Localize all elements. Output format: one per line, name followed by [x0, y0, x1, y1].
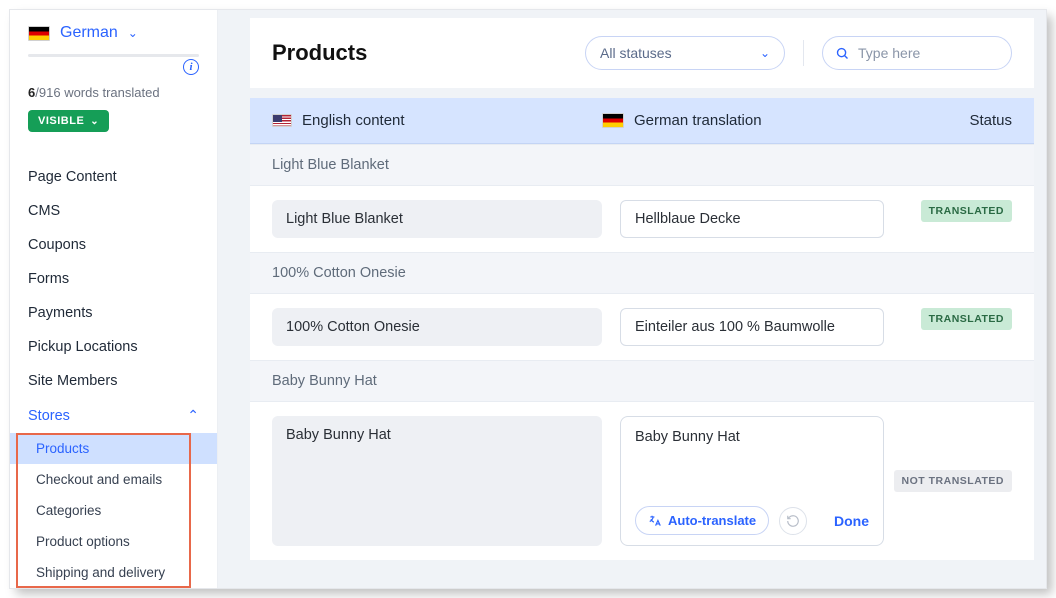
flag-us-icon	[272, 114, 292, 127]
source-text: Light Blue Blanket	[272, 200, 602, 238]
word-count: 6/916 words translated	[28, 85, 199, 100]
status-badge-translated: TRANSLATED	[921, 200, 1012, 222]
translate-icon	[648, 514, 662, 528]
header-controls: All statuses ⌄	[585, 36, 1012, 70]
chevron-down-icon: ⌄	[760, 46, 770, 60]
th-source: English content	[272, 112, 602, 129]
word-count-total: 916	[39, 85, 61, 100]
visibility-label: VISIBLE	[38, 115, 84, 127]
status-filter-label: All statuses	[600, 45, 672, 61]
app-shell: German ⌄ i 6/916 words translated VISIBL…	[10, 10, 1046, 588]
undo-button[interactable]	[779, 507, 807, 535]
undo-icon	[786, 514, 800, 528]
table-header: English content German translation Statu…	[250, 98, 1034, 144]
nav-item-forms[interactable]: Forms	[10, 262, 217, 296]
status-cell: NOT TRANSLATED	[902, 416, 1012, 546]
chevron-down-icon: ⌄	[128, 26, 138, 40]
group-header: Baby Bunny Hat	[250, 360, 1034, 402]
status-badge-translated: TRANSLATED	[921, 308, 1012, 330]
word-count-suffix: words translated	[64, 85, 159, 100]
translation-text[interactable]: Baby Bunny Hat	[635, 429, 869, 445]
translation-progress-bar	[28, 54, 199, 57]
subnav-item-product-options[interactable]: Product options	[10, 526, 217, 557]
auto-translate-label: Auto-translate	[668, 513, 756, 528]
nav-item-page-content[interactable]: Page Content	[10, 160, 217, 194]
info-row: i	[28, 59, 199, 75]
sidebar-nav: Page Content CMS Coupons Forms Payments …	[10, 160, 217, 433]
flag-de-icon	[602, 113, 624, 128]
subnav-item-checkout-emails[interactable]: Checkout and emails	[10, 464, 217, 495]
page-header: Products All statuses ⌄	[250, 18, 1034, 88]
th-target: German translation	[602, 112, 902, 129]
nav-item-payments[interactable]: Payments	[10, 296, 217, 330]
sidebar-subnav-stores: Products Checkout and emails Categories …	[10, 433, 217, 588]
translation-input[interactable]	[620, 308, 884, 346]
table-row: Light Blue Blanket TRANSLATED	[250, 186, 1034, 252]
main-panel: Products All statuses ⌄ English content	[218, 10, 1046, 588]
nav-item-cms[interactable]: CMS	[10, 194, 217, 228]
th-status: Status	[902, 112, 1012, 129]
translation-input[interactable]	[620, 200, 884, 238]
search-icon	[835, 46, 850, 61]
sidebar: German ⌄ i 6/916 words translated VISIBL…	[10, 10, 218, 588]
search-input[interactable]	[858, 45, 999, 61]
nav-item-pickup-locations[interactable]: Pickup Locations	[10, 330, 217, 364]
editor-actions-left: Auto-translate	[635, 506, 807, 535]
subnav-item-products[interactable]: Products	[10, 433, 217, 464]
done-button[interactable]: Done	[834, 513, 869, 529]
table-body: Light Blue Blanket Light Blue Blanket TR…	[250, 144, 1034, 560]
visibility-toggle[interactable]: VISIBLE ⌄	[28, 110, 109, 132]
language-name: German	[60, 24, 118, 42]
translation-editor[interactable]: Baby Bunny Hat Auto-translate Done	[620, 416, 884, 546]
nav-item-coupons[interactable]: Coupons	[10, 228, 217, 262]
language-selector[interactable]: German ⌄	[28, 24, 199, 42]
page-title: Products	[272, 40, 367, 66]
status-cell: TRANSLATED	[902, 308, 1012, 330]
status-badge-not-translated: NOT TRANSLATED	[894, 470, 1012, 492]
divider	[803, 40, 804, 66]
chevron-up-icon: ⌃	[187, 407, 199, 424]
source-text: Baby Bunny Hat	[272, 416, 602, 546]
word-count-current: 6	[28, 85, 35, 100]
editor-actions: Auto-translate Done	[635, 506, 869, 535]
info-icon[interactable]: i	[183, 59, 199, 75]
source-text: 100% Cotton Onesie	[272, 308, 602, 346]
group-header: 100% Cotton Onesie	[250, 252, 1034, 294]
subnav-item-categories[interactable]: Categories	[10, 495, 217, 526]
nav-item-site-members[interactable]: Site Members	[10, 364, 217, 398]
status-cell: TRANSLATED	[902, 200, 1012, 222]
table-row: 100% Cotton Onesie TRANSLATED	[250, 294, 1034, 360]
nav-section-stores[interactable]: Stores ⌃	[10, 398, 217, 433]
chevron-down-icon: ⌄	[90, 116, 99, 127]
group-header: Light Blue Blanket	[250, 144, 1034, 186]
table-row: Baby Bunny Hat Baby Bunny Hat Auto-trans…	[250, 402, 1034, 560]
subnav-item-shipping-delivery[interactable]: Shipping and delivery	[10, 557, 217, 588]
flag-de-icon	[28, 26, 50, 41]
sidebar-header: German ⌄ i 6/916 words translated VISIBL…	[10, 10, 217, 140]
auto-translate-button[interactable]: Auto-translate	[635, 506, 769, 535]
search-field[interactable]	[822, 36, 1012, 70]
status-filter-dropdown[interactable]: All statuses ⌄	[585, 36, 785, 70]
